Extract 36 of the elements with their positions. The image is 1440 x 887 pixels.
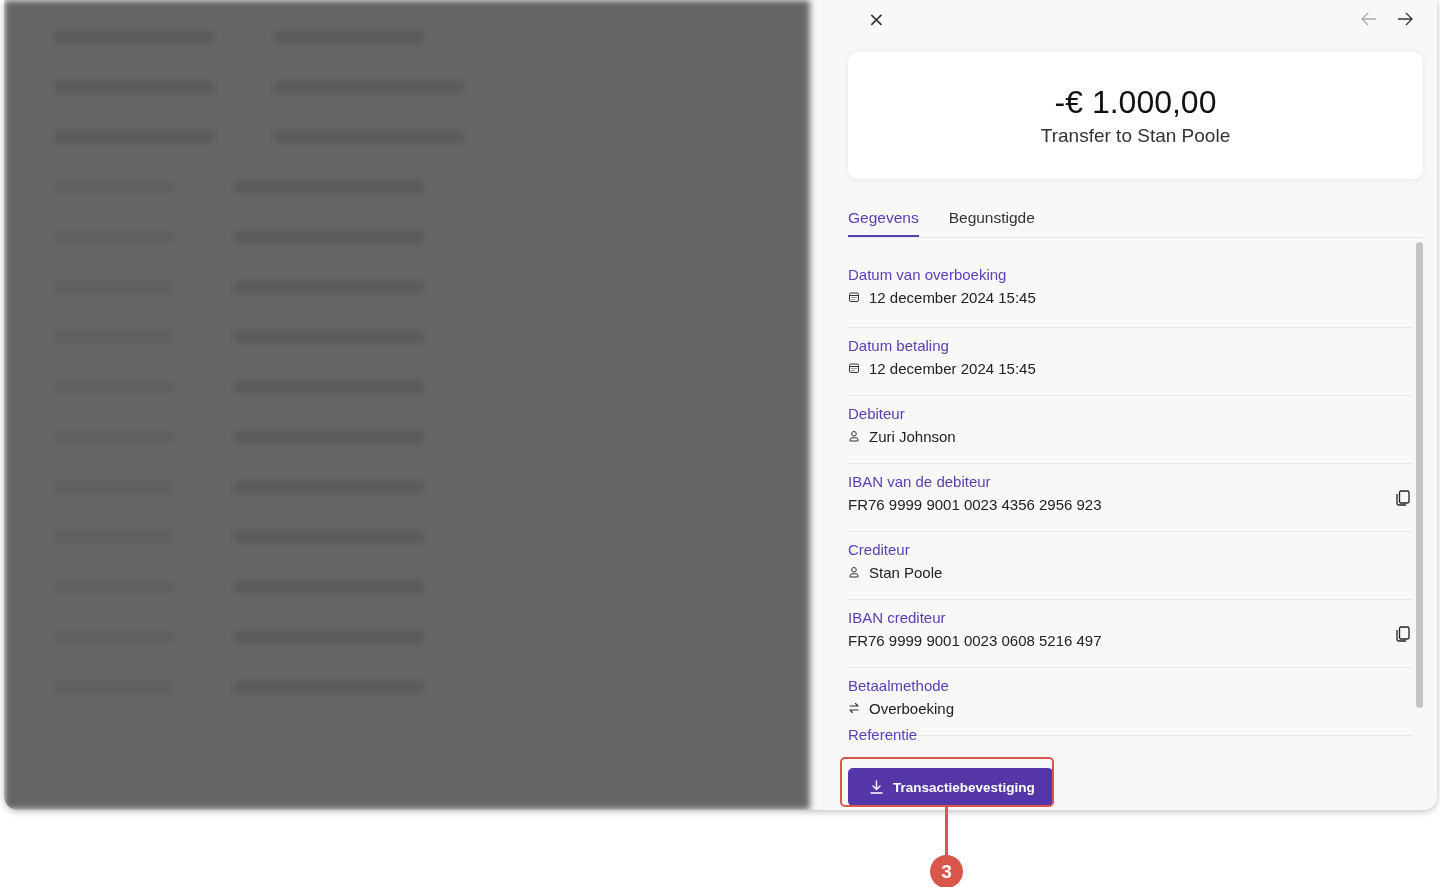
field-label: Crediteur bbox=[848, 540, 911, 558]
leader-line bbox=[945, 806, 948, 856]
field-label: IBAN crediteur bbox=[848, 608, 947, 626]
field-label: Datum betaling bbox=[848, 336, 950, 354]
scrollbar-thumb[interactable] bbox=[1416, 242, 1423, 708]
download-button[interactable]: Transactiebevestiging bbox=[848, 768, 1053, 806]
arrow-icon bbox=[1361, 12, 1377, 26]
download-icon bbox=[870, 780, 883, 794]
field-label: Betaalmethode bbox=[848, 676, 950, 694]
copy-button[interactable] bbox=[1396, 489, 1410, 506]
field-value: Overboeking bbox=[869, 699, 955, 717]
close-button[interactable]: × bbox=[862, 7, 891, 31]
transaction-title: Transfer to Stan Poole bbox=[1040, 125, 1231, 147]
field-label: IBAN van de debiteur bbox=[848, 472, 992, 490]
tab[interactable]: Begunstigde bbox=[948, 209, 1035, 237]
copy-icon bbox=[1396, 489, 1410, 506]
step-number: 3 bbox=[930, 855, 963, 887]
arrow-icon bbox=[1397, 12, 1413, 26]
person-icon bbox=[848, 430, 860, 442]
field-value: 12 december 2024 15:45 bbox=[869, 288, 1036, 306]
copy-icon bbox=[1396, 625, 1410, 642]
field-label: Datum van overboeking bbox=[848, 265, 1008, 283]
calendar-icon bbox=[848, 291, 860, 303]
calendar-icon bbox=[848, 362, 860, 374]
copy-button[interactable] bbox=[1396, 625, 1410, 642]
field-value: Zuri Johnson bbox=[869, 427, 956, 445]
field-label: Debiteur bbox=[848, 404, 906, 422]
tab[interactable]: Gegevens bbox=[848, 209, 919, 237]
field-value: FR76 9999 9001 0023 0608 5216 497 bbox=[848, 631, 1102, 649]
field-value: FR76 9999 9001 0023 4356 2956 923 bbox=[848, 495, 1102, 513]
amount: -€ 1.000,00 bbox=[1054, 84, 1217, 121]
person-icon bbox=[848, 566, 860, 578]
field-label: Referentie bbox=[848, 726, 919, 743]
field-value: 12 december 2024 15:45 bbox=[869, 359, 1036, 377]
transfer-icon bbox=[848, 702, 860, 714]
field-value: Stan Poole bbox=[869, 563, 943, 581]
